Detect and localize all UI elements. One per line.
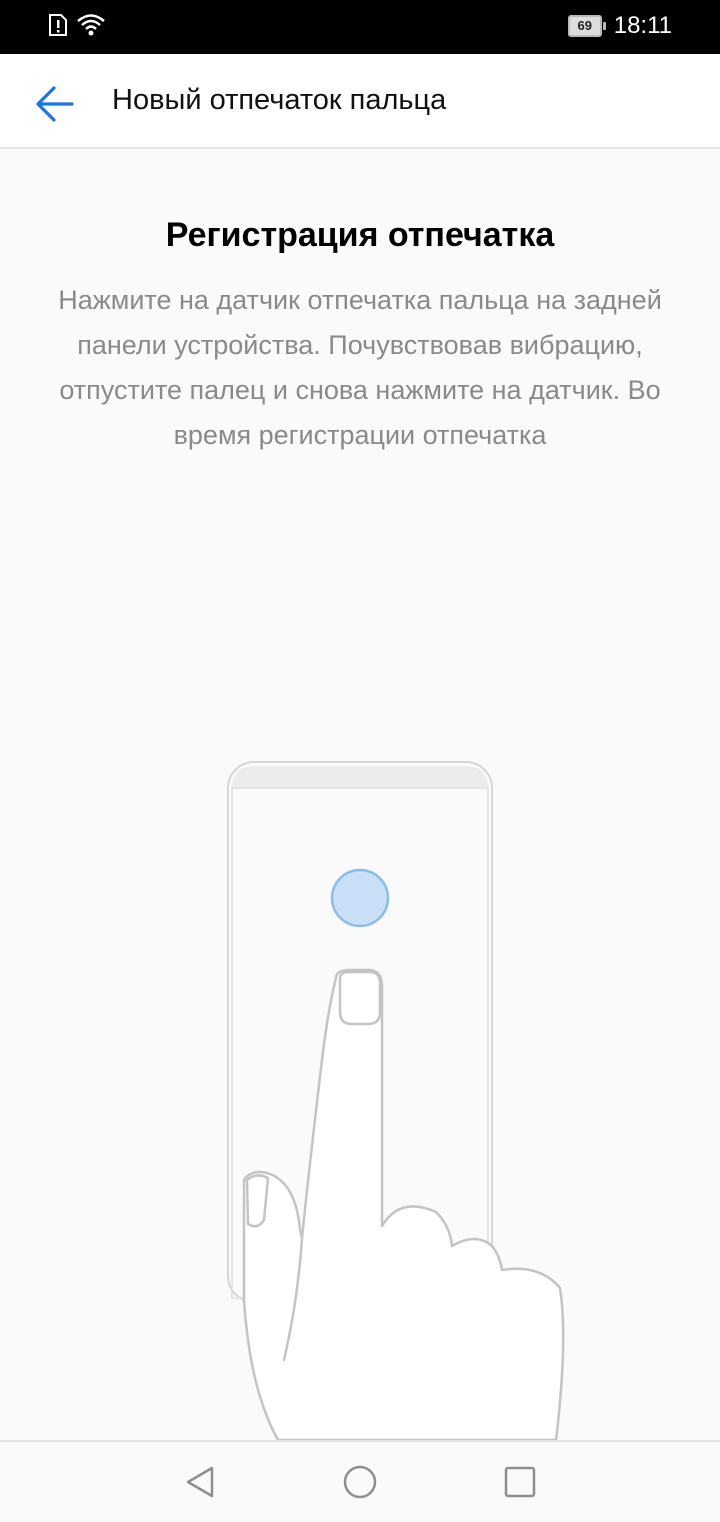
arrow-left-icon[interactable]: [28, 78, 80, 130]
status-right: 69 18:11: [567, 12, 672, 40]
back-triangle-icon[interactable]: [178, 1460, 222, 1504]
status-left: [48, 12, 106, 38]
sim-alert-icon: [49, 14, 67, 36]
battery-level: 69: [567, 15, 602, 37]
battery-icon: 69: [567, 15, 606, 37]
home-circle-icon[interactable]: [338, 1460, 382, 1504]
page-title: Новый отпечаток пальца: [112, 84, 447, 116]
wifi-icon: [77, 14, 105, 36]
status-time: 18:11: [613, 12, 672, 39]
app-bar: Новый отпечаток пальца: [0, 54, 720, 149]
fingerprint-illustration: [227, 761, 565, 1440]
nav-bar: [0, 1440, 720, 1522]
sensor-dot: [330, 868, 390, 928]
enroll-description: Нажмите на датчик отпечатка пальца на за…: [58, 285, 662, 450]
enroll-title: Регистрация отпечатка: [165, 216, 555, 254]
status-bar: 69 18:11: [0, 0, 720, 54]
recents-square-icon[interactable]: [498, 1460, 542, 1504]
